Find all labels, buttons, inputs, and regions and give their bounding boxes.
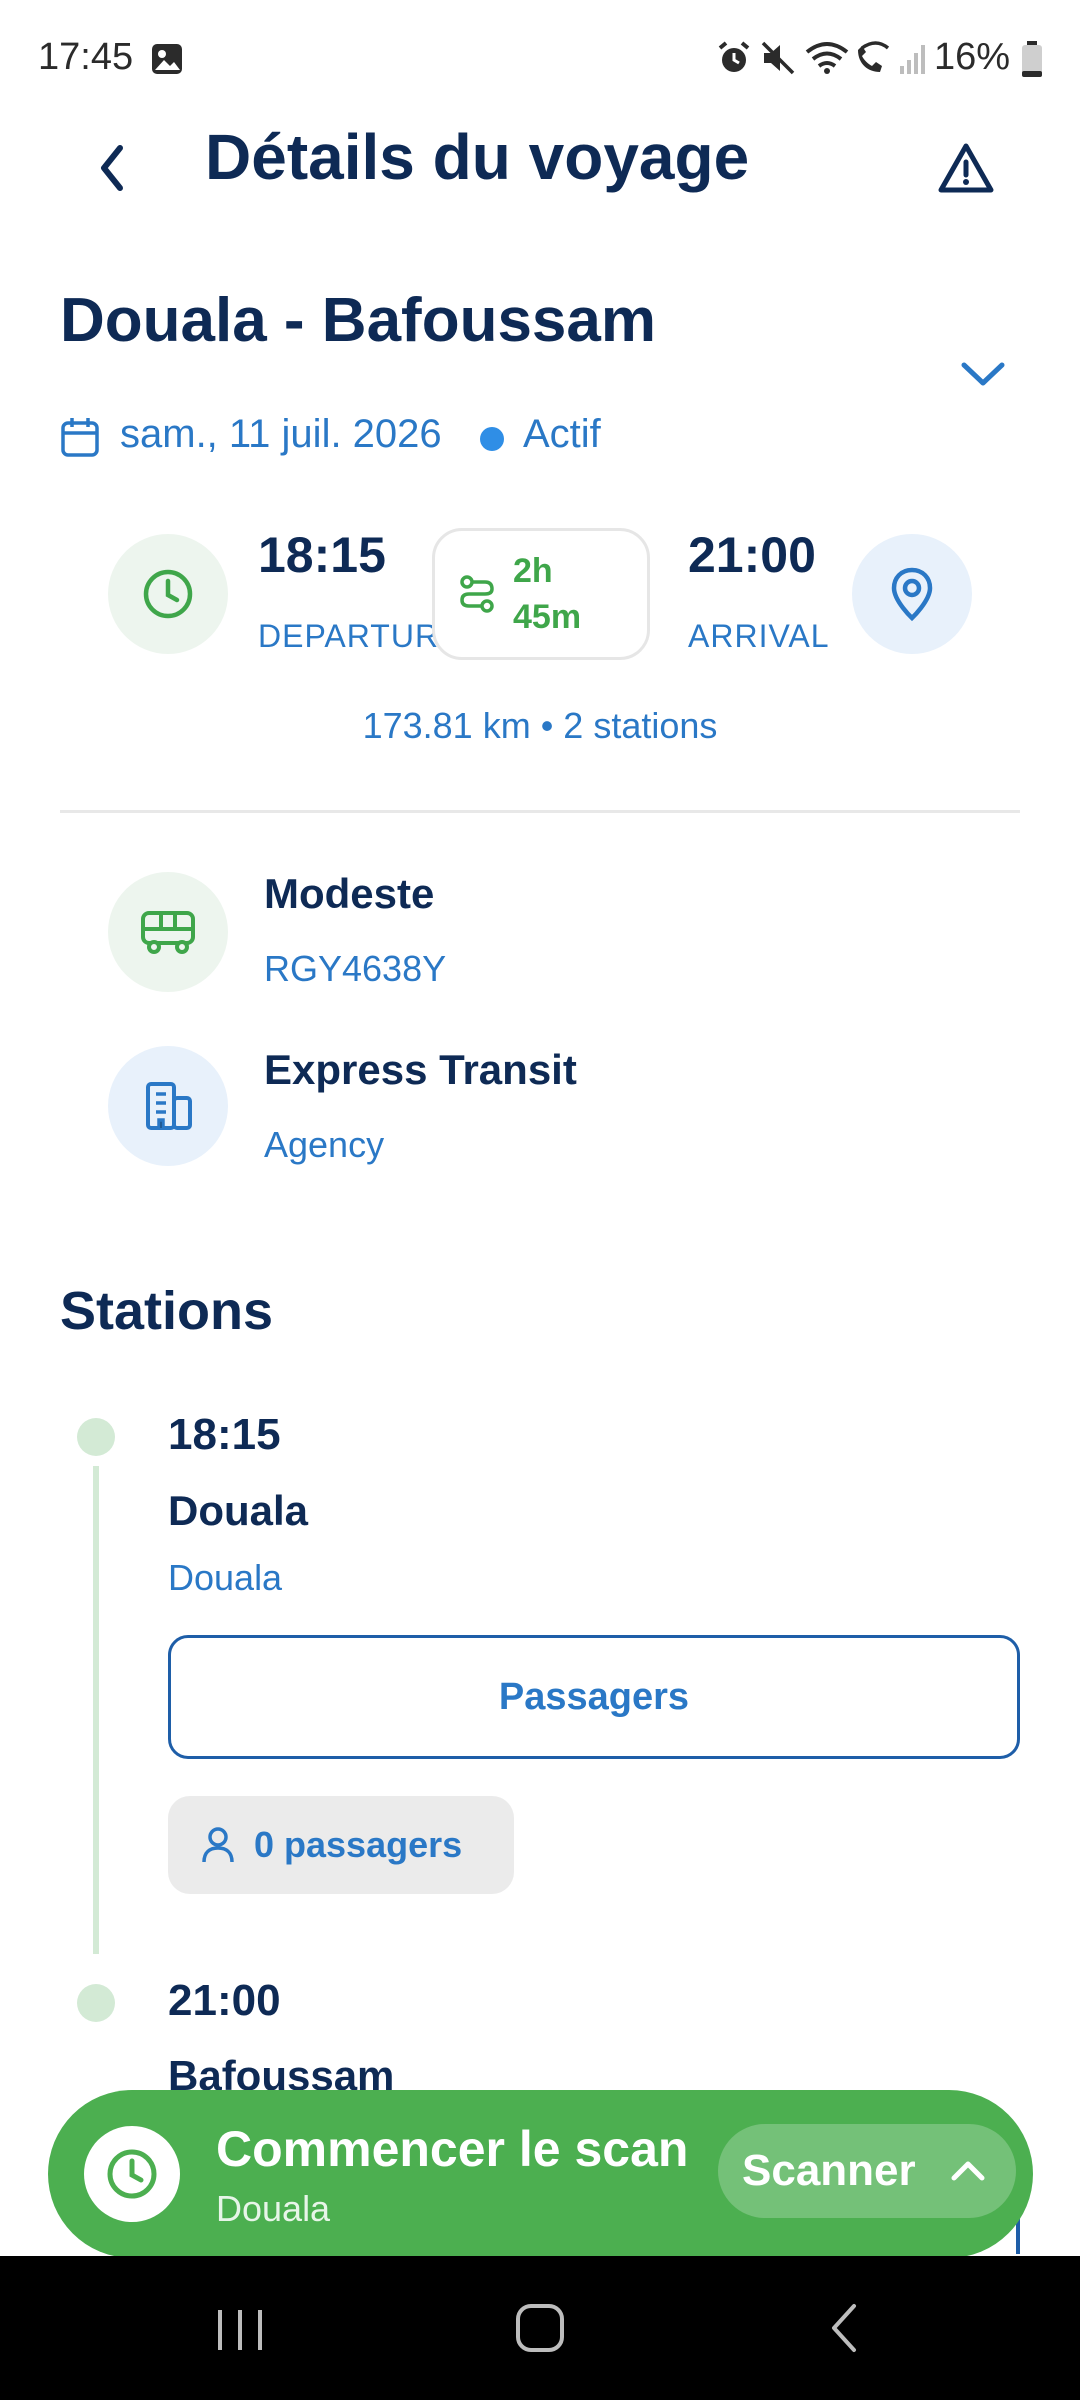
chevron-down-icon[interactable]	[958, 355, 1008, 395]
calendar-icon	[61, 418, 99, 457]
arrival-label: ARRIVAL	[688, 618, 830, 654]
timeline-line	[93, 1466, 99, 1954]
system-back-button[interactable]	[826, 2302, 862, 2354]
scan-subtitle: Douala	[216, 2188, 331, 2229]
passenger-count: 0 passagers	[254, 1824, 463, 1865]
departure-label: DEPARTURE	[258, 618, 448, 654]
passenger-count-badge: 0 passagers	[168, 1796, 514, 1894]
trip-date: sam., 11 juil. 2026	[120, 412, 442, 456]
location-pin-icon	[852, 534, 972, 654]
scan-title: Commencer le scan	[216, 2121, 689, 2177]
divider	[60, 810, 1020, 813]
warning-icon[interactable]	[936, 140, 996, 196]
image-icon	[152, 44, 182, 74]
back-button[interactable]	[92, 138, 132, 198]
timeline-dot	[77, 1984, 115, 2022]
building-icon	[108, 1046, 228, 1166]
bus-icon	[108, 872, 228, 992]
route-title: Douala - Bafoussam	[60, 286, 657, 355]
arrival-time: 21:00	[688, 527, 816, 583]
wifi-icon	[805, 42, 849, 74]
scanner-button[interactable]: Scanner	[718, 2124, 1016, 2218]
recent-apps-button[interactable]	[212, 2306, 268, 2354]
departure-clock-icon	[108, 534, 228, 654]
duration-badge: 2h 45m	[432, 528, 650, 660]
mute-icon	[761, 41, 795, 75]
home-button[interactable]	[514, 2302, 566, 2354]
distance-summary: 173.81 km • 2 stations	[362, 705, 718, 746]
station-name: Douala	[168, 1487, 309, 1534]
timeline-dot	[77, 1418, 115, 1456]
passengers-button[interactable]: Passagers	[168, 1635, 1020, 1759]
alarm-icon	[718, 41, 750, 72]
signal-icon	[900, 45, 925, 74]
stations-title: Stations	[60, 1281, 274, 1341]
station-city: Douala	[168, 1557, 283, 1598]
vehicle-plate: RGY4638Y	[264, 948, 447, 989]
scanner-button-label: Scanner	[742, 2146, 916, 2195]
agency-name: Express Transit	[264, 1046, 577, 1093]
battery-icon	[1022, 41, 1042, 77]
station-time: 21:00	[168, 1976, 281, 2025]
page-title: Détails du voyage	[205, 121, 750, 193]
wifi-call-icon	[858, 41, 890, 72]
battery-percentage: 16%	[933, 36, 1010, 78]
scan-clock-icon	[84, 2126, 180, 2222]
status-dot	[480, 427, 504, 451]
status-time: 17:45	[38, 36, 134, 78]
vehicle-name: Modeste	[264, 870, 435, 917]
duration-text: 2h 45m	[513, 552, 582, 636]
agency-label: Agency	[264, 1124, 385, 1165]
user-icon	[202, 1827, 234, 1863]
route-icon	[460, 575, 494, 613]
chevron-up-icon	[951, 2161, 985, 2181]
trip-status: Actif	[523, 412, 601, 456]
departure-time: 18:15	[258, 527, 386, 583]
station-time: 18:15	[168, 1410, 281, 1459]
